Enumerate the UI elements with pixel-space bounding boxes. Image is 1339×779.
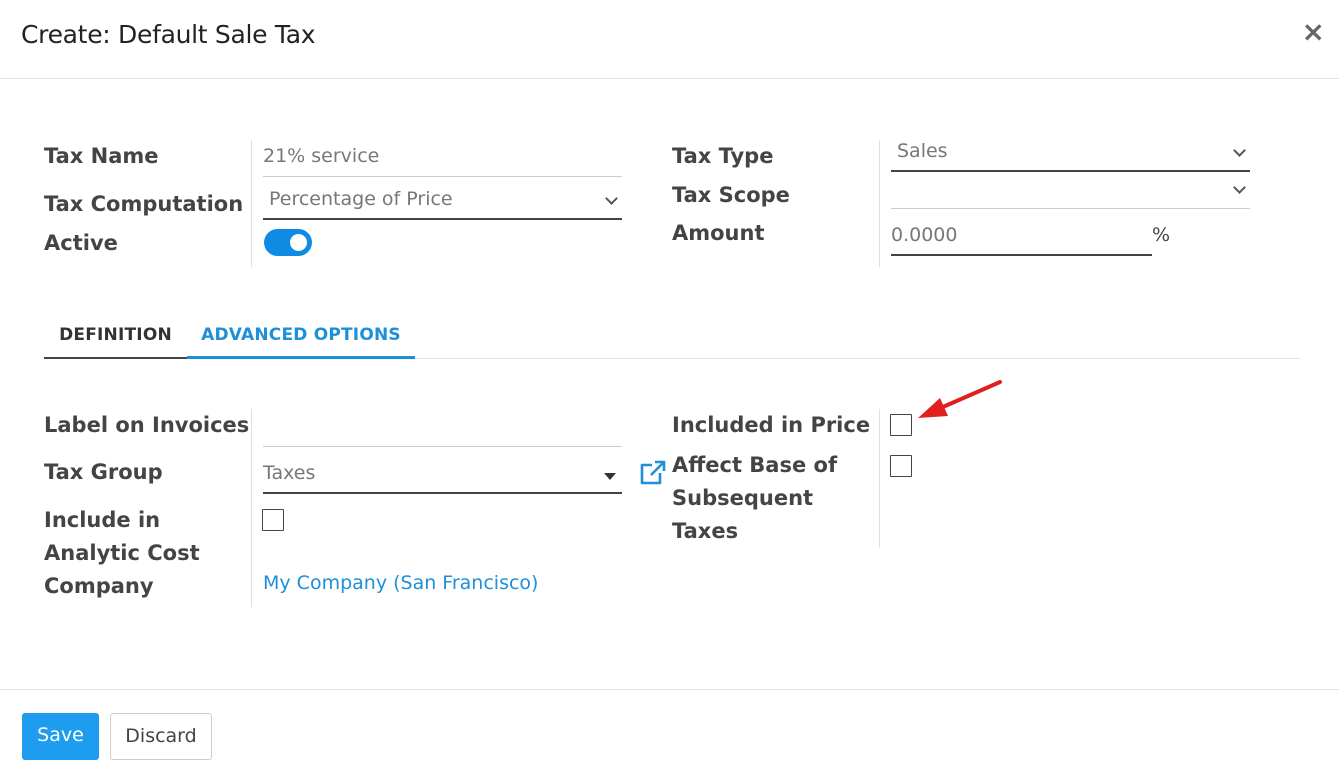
tax-name-input[interactable]: 21% service [263, 141, 622, 177]
discard-button[interactable]: Discard [110, 713, 212, 760]
label-on-invoices-label: Label on Invoices [44, 413, 250, 437]
tax-type-select[interactable]: Sales [891, 136, 1250, 172]
amount-label: Amount [672, 221, 765, 245]
tax-computation-value: Percentage of Price [269, 188, 453, 210]
close-icon[interactable]: × [1302, 18, 1325, 46]
external-link-icon[interactable] [638, 460, 666, 490]
tax-type-label: Tax Type [672, 144, 774, 168]
affect-base-label-line1: Affect Base of [672, 453, 838, 477]
tab-advanced-options[interactable]: ADVANCED OPTIONS [187, 315, 415, 359]
include-analytic-label-line2: Analytic Cost [44, 541, 200, 565]
column-divider [251, 140, 252, 267]
amount-value: 0.0000 [891, 224, 958, 246]
tax-name-label: Tax Name [44, 144, 159, 168]
tax-group-label: Tax Group [44, 460, 163, 484]
save-button[interactable]: Save [22, 713, 99, 760]
dialog-header: Create: Default Sale Tax × [0, 0, 1339, 79]
tax-name-value: 21% service [263, 145, 380, 167]
tax-scope-select[interactable] [891, 173, 1250, 209]
toggle-knob [290, 234, 307, 251]
tax-scope-label: Tax Scope [672, 183, 790, 207]
tax-computation-label: Tax Computation [44, 192, 244, 216]
affect-base-label-line3: Taxes [672, 519, 739, 543]
column-divider [251, 409, 252, 607]
amount-input[interactable]: 0.0000 [891, 220, 1152, 256]
column-divider [879, 409, 880, 548]
label-on-invoices-input[interactable] [263, 411, 622, 447]
tax-group-select[interactable]: Taxes [263, 458, 622, 494]
tax-type-value: Sales [897, 140, 948, 162]
include-analytic-checkbox[interactable] [262, 509, 284, 531]
caret-down-icon [604, 473, 616, 480]
affect-base-label-line2: Subsequent [672, 486, 814, 510]
dialog-title: Create: Default Sale Tax [21, 20, 316, 49]
included-in-price-label: Included in Price [672, 413, 871, 437]
annotation-arrow-icon [914, 378, 1004, 426]
column-divider [879, 140, 880, 267]
company-label: Company [44, 574, 154, 598]
affect-base-checkbox[interactable] [890, 455, 912, 477]
tax-computation-select[interactable]: Percentage of Price [263, 184, 622, 220]
chevron-down-icon [605, 192, 618, 205]
amount-unit: % [1152, 224, 1171, 246]
chevron-down-icon [1233, 144, 1246, 157]
tax-group-value: Taxes [263, 462, 316, 484]
chevron-down-icon [1233, 181, 1246, 194]
tab-definition[interactable]: DEFINITION [44, 315, 187, 359]
included-in-price-checkbox[interactable] [890, 414, 912, 436]
include-analytic-label-line1: Include in [44, 508, 161, 532]
company-link[interactable]: My Company (San Francisco) [263, 572, 538, 594]
active-label: Active [44, 231, 118, 255]
active-toggle[interactable] [264, 229, 312, 256]
notebook-tabs: DEFINITION ADVANCED OPTIONS [44, 315, 1300, 359]
